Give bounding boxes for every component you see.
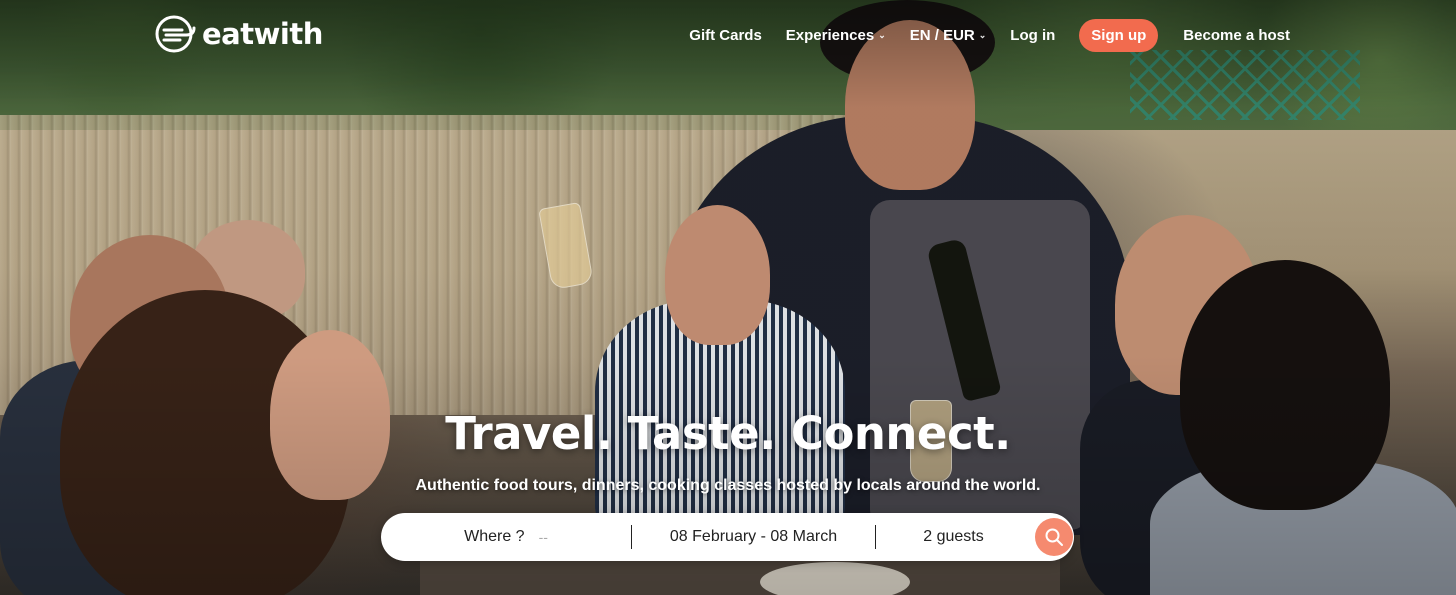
guests-field[interactable]: 2 guests: [876, 513, 1031, 561]
top-nav: eatwith Gift Cards Experiences ⌄ EN / EU…: [0, 0, 1456, 70]
nav-language-label: EN / EUR: [909, 26, 975, 44]
nav-gift-cards[interactable]: Gift Cards: [689, 27, 762, 44]
nav-login[interactable]: Log in: [1010, 27, 1055, 44]
where-label: Where ?: [464, 528, 525, 545]
hero-section: eatwith Gift Cards Experiences ⌄ EN / EU…: [0, 0, 1456, 595]
where-placeholder: --: [538, 529, 548, 545]
nav-experiences-label: Experiences: [785, 26, 875, 44]
brand-logo[interactable]: eatwith: [154, 14, 323, 54]
search-button[interactable]: [1035, 518, 1073, 556]
chevron-down-icon: ⌄: [878, 29, 886, 40]
nav-menu: Gift Cards Experiences ⌄ EN / EUR ⌄ Log …: [689, 18, 1456, 52]
chevron-down-icon: ⌄: [978, 29, 987, 40]
search-bar: Where ? -- 08 February - 08 March 2 gues…: [381, 513, 1074, 561]
search-icon: [1045, 528, 1063, 546]
nav-language-currency[interactable]: EN / EUR ⌄: [910, 27, 987, 44]
photo-overlay: [0, 0, 1456, 595]
signup-button[interactable]: Sign up: [1079, 18, 1159, 52]
brand-name: eatwith: [202, 17, 323, 51]
nav-experiences[interactable]: Experiences ⌄: [786, 27, 886, 44]
hero-headline: Travel. Taste. Connect.: [445, 407, 1011, 460]
where-field[interactable]: Where ? --: [381, 513, 631, 561]
hero-subtitle: Authentic food tours, dinners, cooking c…: [415, 477, 1041, 494]
eatwith-logo-icon: [155, 15, 196, 53]
dates-field[interactable]: 08 February - 08 March: [632, 513, 875, 561]
nav-become-host[interactable]: Become a host: [1183, 27, 1290, 44]
